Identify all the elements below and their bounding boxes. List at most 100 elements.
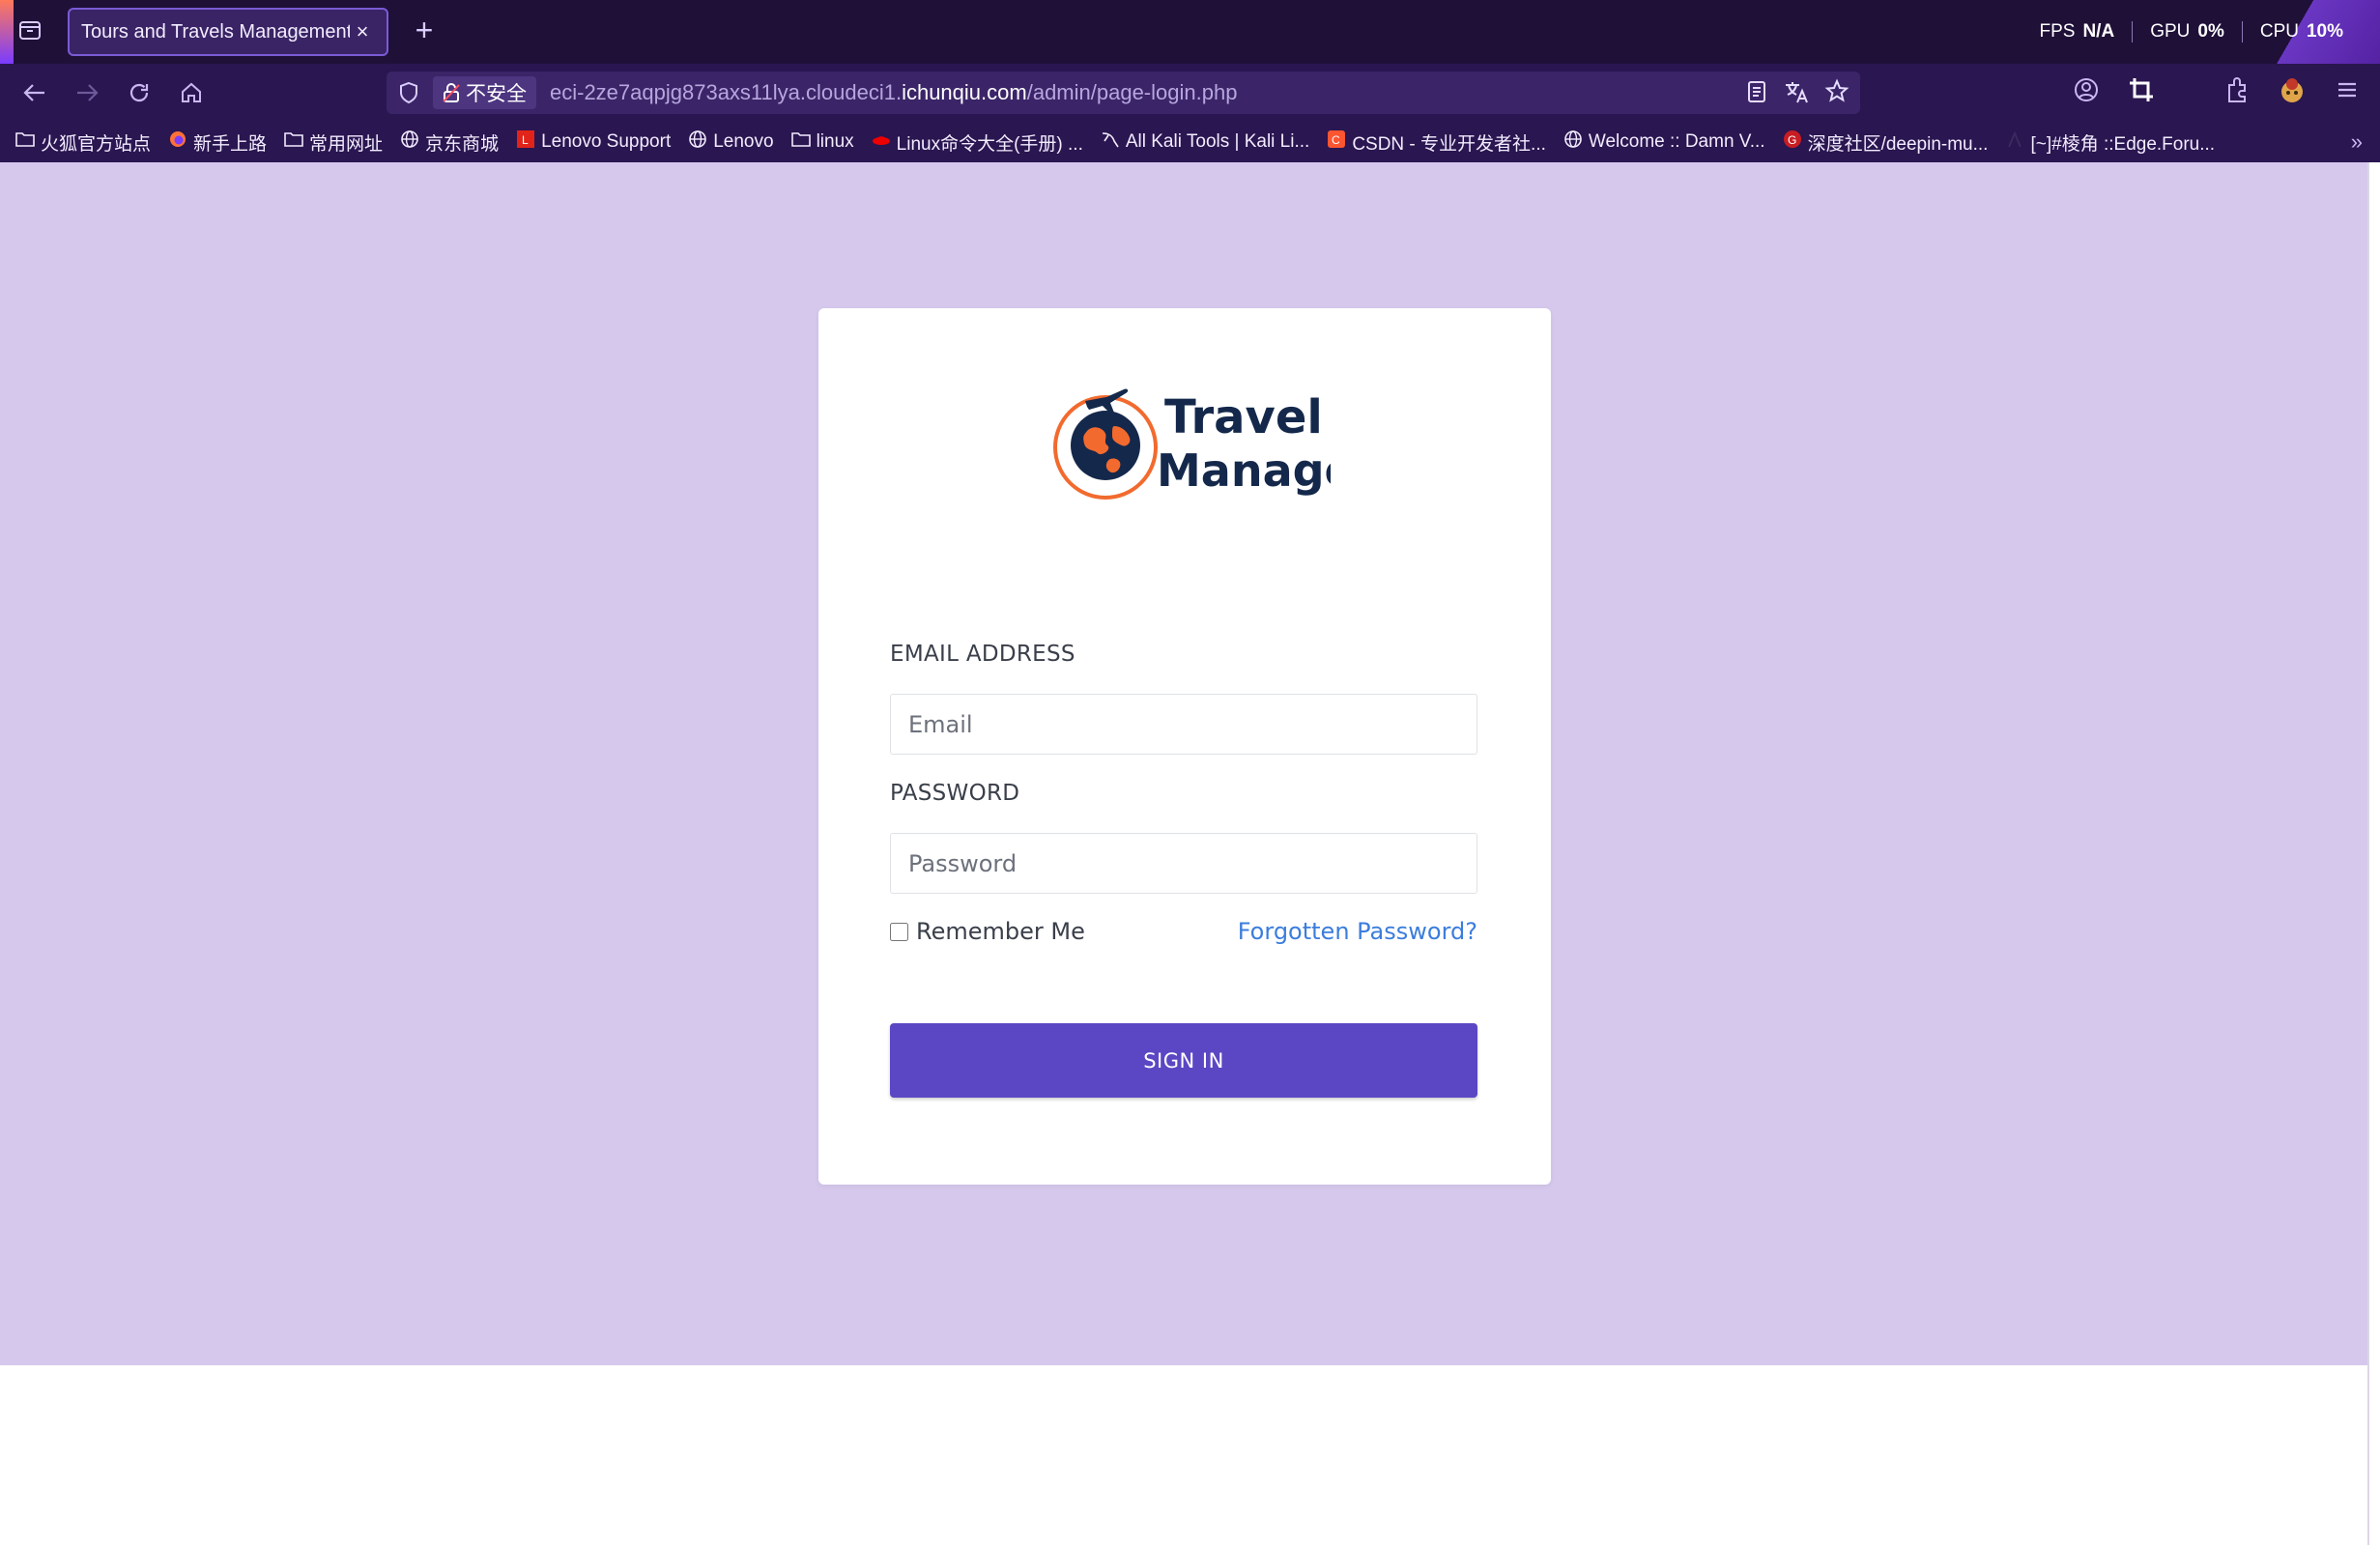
svg-text:L: L: [522, 133, 529, 147]
url-domain: ichunqiu.com: [902, 80, 1027, 104]
bookmark-item[interactable]: Welcome :: Damn V...: [1563, 129, 1765, 155]
gpu-label: GPU: [2150, 21, 2191, 42]
globe-icon: [1563, 129, 1583, 155]
gitee-icon: G: [1783, 129, 1802, 155]
forward-arrow-icon: [77, 84, 99, 101]
bookmark-label: 新手上路: [193, 133, 268, 155]
extensions-icon[interactable]: [2223, 75, 2251, 104]
profile-avatar-icon[interactable]: [2278, 75, 2307, 104]
browser-tab-bar: Tours and Travels Management S × + FPS N/…: [0, 0, 2380, 64]
login-card: Travel Manager EMAIL ADDRESS PASSWORD Re…: [818, 308, 1551, 1185]
bookmark-item[interactable]: [~]#棱角 ::Edge.Foru...: [2005, 129, 2215, 156]
csdn-icon: C: [1327, 129, 1346, 155]
folder-icon: [790, 130, 811, 154]
toolbar-spacer: [2183, 75, 2196, 104]
bookmark-label: [~]#棱角 ::Edge.Foru...: [2030, 133, 2216, 155]
redhat-icon: [872, 129, 891, 155]
tab-close-icon[interactable]: ×: [350, 19, 375, 44]
password-label: PASSWORD: [890, 781, 1020, 806]
travel-manager-logo: Travel Manager: [1053, 388, 1331, 500]
fps-label: FPS: [2039, 21, 2076, 42]
globe-icon: [400, 129, 419, 155]
forgot-password-link[interactable]: Forgotten Password?: [1238, 918, 1477, 945]
password-field[interactable]: [890, 833, 1477, 894]
back-button[interactable]: [17, 75, 52, 110]
bookmark-item[interactable]: All Kali Tools | Kali Li...: [1101, 129, 1309, 155]
tabbar-accent: [0, 0, 14, 64]
tab-list-button[interactable]: [14, 14, 46, 46]
home-button[interactable]: [174, 75, 209, 110]
url-prefix: eci-2ze7aqpjg873axs11lya.cloudeci1.: [550, 80, 903, 104]
page-scrollbar-strip: [2367, 162, 2380, 1545]
svg-text:C: C: [1332, 133, 1340, 147]
bookmark-label: 京东商城: [425, 133, 500, 155]
fps-value: N/A: [2082, 21, 2115, 42]
insecure-lock-icon: [443, 83, 460, 102]
bookmark-label: Lenovo Support: [541, 131, 672, 152]
bookmark-label: All Kali Tools | Kali Li...: [1125, 131, 1310, 152]
bookmark-item[interactable]: 常用网址: [284, 129, 383, 156]
bookmark-item[interactable]: C CSDN - 专业开发者社...: [1327, 129, 1546, 156]
email-label: EMAIL ADDRESS: [890, 642, 1075, 667]
reload-icon: [129, 83, 149, 102]
reload-button[interactable]: [122, 75, 157, 110]
browser-nav-bar: 不安全 eci-2ze7aqpjg873axs11lya.cloudeci1.i…: [0, 64, 2380, 122]
bookmark-label: Linux命令大全(手册) ...: [896, 133, 1083, 155]
bookmarks-toolbar: 火狐官方站点 新手上路 常用网址 京东商城 L Lenovo Support Lenovo l…: [0, 122, 2380, 162]
bookmark-label: 深度社区/deepin-mu...: [1807, 133, 1989, 155]
page-background: Travel Manager EMAIL ADDRESS PASSWORD Re…: [0, 162, 2367, 1365]
cpu-label: CPU: [2259, 21, 2299, 42]
bookmark-item[interactable]: L Lenovo Support: [516, 129, 671, 155]
crop-icon[interactable]: [2127, 75, 2156, 104]
globe-icon: [688, 129, 707, 155]
bookmarks-overflow-icon[interactable]: »: [2351, 129, 2363, 155]
new-tab-button[interactable]: +: [408, 14, 441, 46]
bookmark-item[interactable]: G 深度社区/deepin-mu...: [1783, 129, 1989, 156]
tab-list-icon: [19, 21, 41, 40]
url-path: /admin/page-login.php: [1026, 80, 1238, 104]
gpu-value: 0%: [2197, 21, 2224, 42]
bookmark-label: 火狐官方站点: [41, 133, 152, 155]
edge-icon: [2005, 129, 2024, 155]
bookmark-item[interactable]: 火狐官方站点: [15, 129, 151, 156]
remember-me-checkbox[interactable]: [890, 922, 908, 941]
bookmark-label: Welcome :: Damn V...: [1588, 131, 1765, 152]
remember-me[interactable]: Remember Me: [890, 918, 1085, 945]
logo-line2: Manager: [1157, 444, 1331, 497]
kali-icon: [1101, 129, 1120, 155]
bookmark-star-icon[interactable]: [1823, 77, 1850, 106]
bookmark-item[interactable]: 京东商城: [400, 129, 499, 156]
sign-in-button[interactable]: SIGN IN: [890, 1023, 1477, 1098]
tab-title: Tours and Travels Management S: [81, 20, 350, 43]
security-indicator[interactable]: 不安全: [433, 76, 536, 109]
lenovo-icon: L: [516, 129, 535, 155]
forward-button[interactable]: [70, 75, 104, 110]
home-icon: [182, 82, 201, 102]
logo-line1: Travel: [1164, 390, 1323, 444]
reader-view-icon[interactable]: [1744, 77, 1769, 106]
bookmark-label: Lenovo: [713, 131, 774, 152]
url-bar[interactable]: 不安全 eci-2ze7aqpjg873axs11lya.cloudeci1.i…: [387, 72, 1860, 114]
bookmark-item[interactable]: Lenovo: [688, 129, 774, 155]
shield-icon[interactable]: [398, 81, 419, 104]
url-text[interactable]: eci-2ze7aqpjg873axs11lya.cloudeci1.ichun…: [550, 80, 1237, 105]
back-arrow-icon: [23, 84, 44, 101]
menu-icon[interactable]: [2334, 75, 2361, 104]
cpu-value: 10%: [2306, 21, 2343, 42]
performance-monitor: FPS N/A GPU 0% CPU 10%: [2022, 0, 2380, 64]
folder-icon: [284, 130, 303, 154]
active-tab[interactable]: Tours and Travels Management S ×: [68, 8, 388, 56]
bookmark-label: 常用网址: [309, 133, 384, 155]
svg-text:G: G: [1788, 133, 1796, 147]
bookmark-item[interactable]: linux: [790, 130, 854, 154]
firefox-icon: [168, 129, 187, 155]
bookmark-label: CSDN - 专业开发者社...: [1352, 133, 1546, 155]
translate-icon[interactable]: [1783, 77, 1810, 106]
remember-me-label[interactable]: Remember Me: [916, 918, 1085, 945]
bookmark-label: linux: [816, 131, 854, 152]
bookmark-item[interactable]: 新手上路: [168, 129, 267, 156]
bookmark-item[interactable]: Linux命令大全(手册) ...: [872, 129, 1083, 156]
account-icon[interactable]: [2073, 75, 2100, 104]
folder-icon: [15, 130, 35, 154]
email-field[interactable]: [890, 694, 1477, 755]
